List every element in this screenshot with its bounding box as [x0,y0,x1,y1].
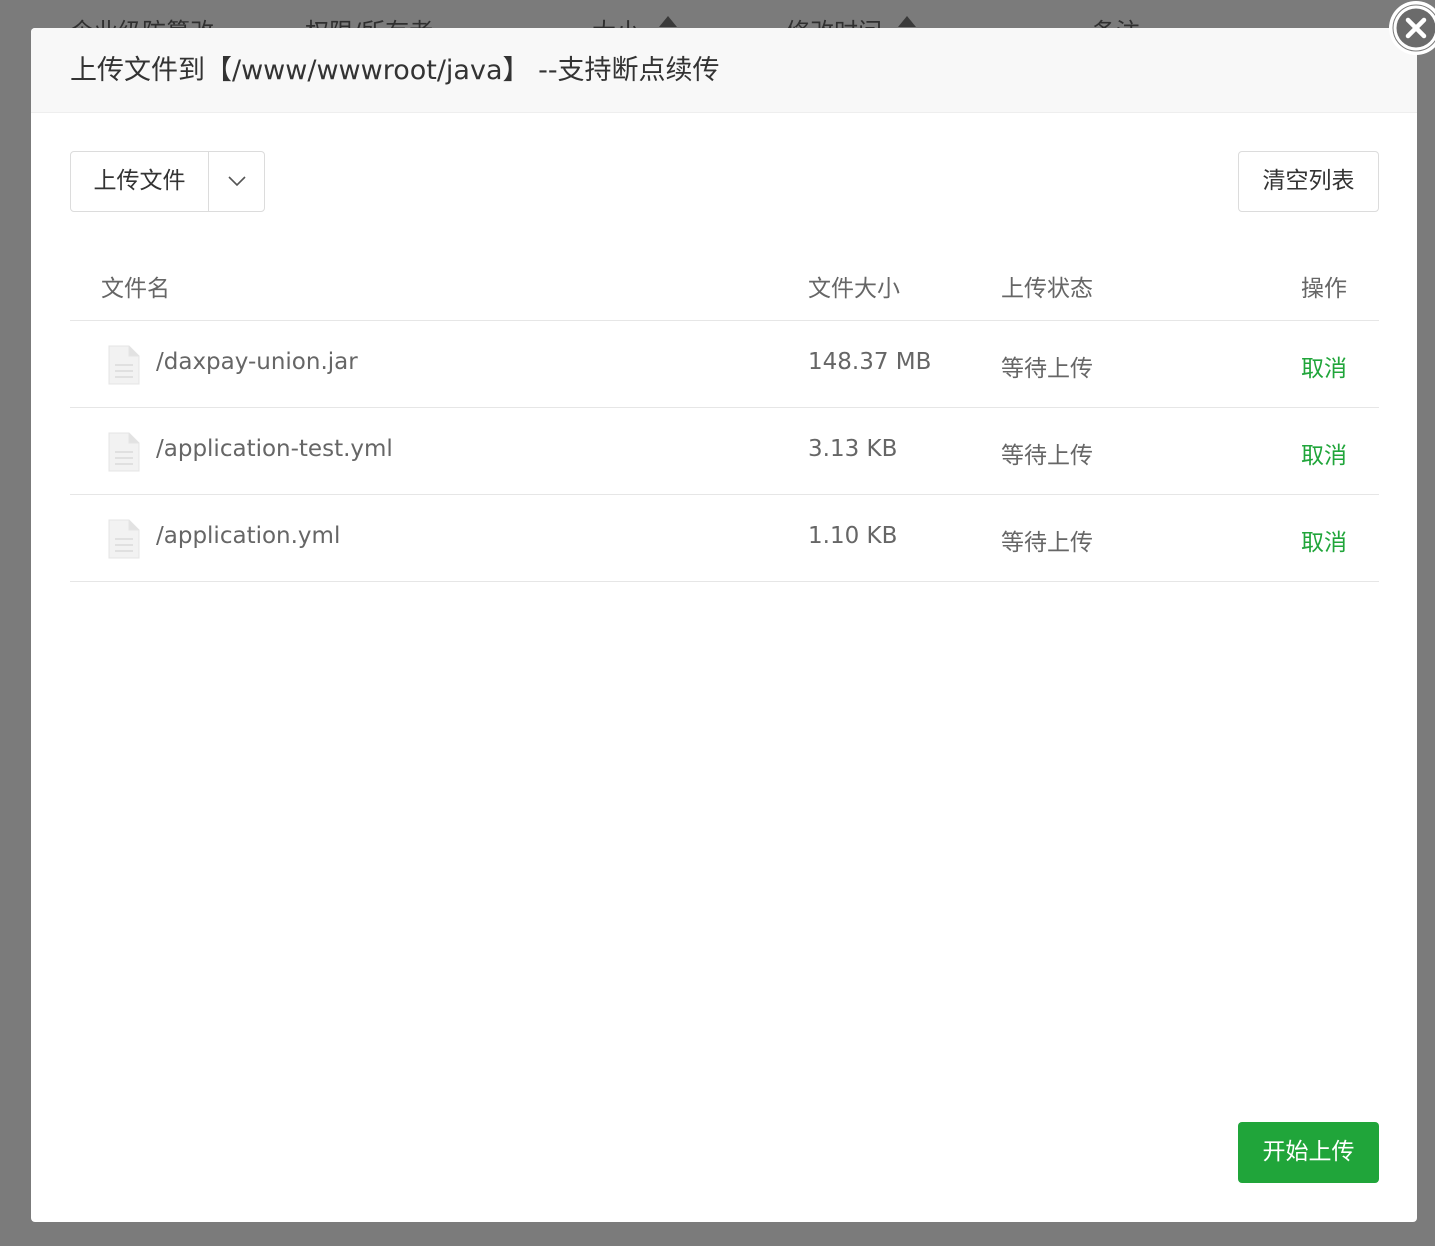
bg-column-tamper: 企业级防篡改 [70,12,214,28]
sort-arrow-icon [898,16,916,27]
bg-column-modified: 修改时间 [786,12,882,28]
cancel-upload-link[interactable]: 取消 [1301,523,1347,557]
table-header: 文件名 文件大小 上传状态 操作 [70,241,1379,321]
header-status: 上传状态 [1001,276,1093,302]
close-icon [1392,4,1435,52]
table-row: /application-test.yml 3.13 KB 等待上传 取消 [70,408,1379,495]
bg-column-remark: 备注 [1092,12,1140,28]
cancel-upload-link[interactable]: 取消 [1301,349,1347,383]
upload-dropdown-toggle[interactable] [209,152,264,211]
upload-status: 等待上传 [1001,530,1093,556]
header-filename: 文件名 [101,276,170,302]
upload-status: 等待上传 [1001,356,1093,382]
dialog-title: 上传文件到【/www/wwwroot/java】 --支持断点续传 [31,28,1417,113]
close-dialog-button[interactable] [1389,1,1435,55]
header-action: 操作 [1301,276,1347,302]
bg-column-size: 大小 [592,12,640,28]
bg-column-permission: 权限/所有者 [305,12,433,28]
sort-arrow-icon [659,16,677,27]
clear-list-button[interactable]: 清空列表 [1238,151,1379,212]
file-size: 1.10 KB [808,523,898,549]
upload-split-button: 上传文件 [70,151,265,212]
table-row: /daxpay-union.jar 148.37 MB 等待上传 取消 [70,321,1379,408]
chevron-down-icon [227,176,246,187]
start-upload-button[interactable]: 开始上传 [1238,1122,1379,1183]
file-icon [108,519,140,559]
file-name: /application.yml [156,523,341,549]
file-size: 148.37 MB [808,349,932,375]
upload-status: 等待上传 [1001,443,1093,469]
cancel-upload-link[interactable]: 取消 [1301,436,1347,470]
file-name: /application-test.yml [156,436,393,462]
table-row: /application.yml 1.10 KB 等待上传 取消 [70,495,1379,582]
file-name: /daxpay-union.jar [156,349,358,375]
upload-file-button[interactable]: 上传文件 [71,152,209,211]
file-icon [108,345,140,385]
upload-file-table: 文件名 文件大小 上传状态 操作 /daxpay-union.jar 148.3… [70,241,1379,582]
upload-dialog: 上传文件到【/www/wwwroot/java】 --支持断点续传 上传文件 清… [31,28,1417,1222]
header-filesize: 文件大小 [808,276,900,302]
file-icon [108,432,140,472]
file-size: 3.13 KB [808,436,898,462]
background-table-header: 企业级防篡改 权限/所有者 大小 修改时间 备注 [0,0,1435,28]
